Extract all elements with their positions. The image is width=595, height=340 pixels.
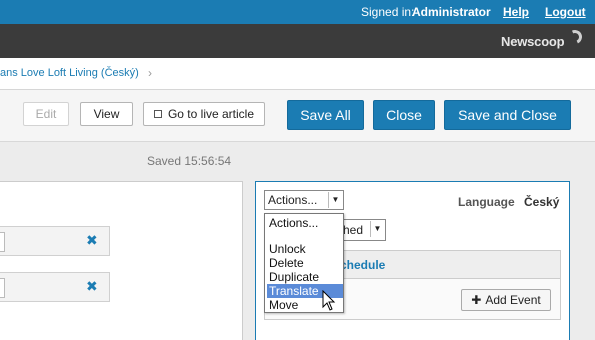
chevron-right-icon: › [148, 66, 152, 80]
chevron-down-icon: ▼ [328, 192, 342, 208]
add-event-button[interactable]: ✚ Add Event [461, 289, 551, 311]
actions-select-value: Actions... [268, 193, 318, 207]
article-toolbar: Edit View Go to live article Save All Cl… [0, 90, 595, 142]
go-to-live-article-button[interactable]: Go to live article [143, 102, 265, 126]
close-button[interactable]: Close [373, 100, 435, 130]
breadcrumb-article-link[interactable]: ans Love Loft Living (Český) [0, 67, 139, 79]
field-row: ✖ [0, 272, 110, 302]
language-label: Language [458, 195, 515, 209]
breadcrumb: ans Love Loft Living (Český) › [0, 58, 595, 90]
status-select[interactable]: hed ▼ [340, 219, 386, 241]
header-bar: Newscoop [0, 24, 595, 58]
newscoop-logo-icon [566, 28, 584, 46]
chevron-down-icon: ▼ [370, 221, 384, 237]
dropdown-item-duplicate[interactable]: Duplicate [267, 270, 343, 284]
top-bar: Signed in: Administrator Help Logout [0, 0, 595, 24]
logout-link[interactable]: Logout [545, 5, 586, 19]
external-link-icon [153, 110, 162, 118]
save-all-button[interactable]: Save All [287, 100, 364, 130]
field-input[interactable] [0, 232, 5, 252]
signed-in-user: Administrator [412, 5, 491, 19]
schedule-title: chedule [340, 258, 386, 272]
saved-status: Saved 15:56:54 [147, 154, 232, 168]
plus-icon: ✚ [471, 293, 482, 307]
newscoop-logo: Newscoop [501, 34, 565, 49]
add-event-label: Add Event [485, 293, 541, 307]
article-fields-panel [0, 181, 243, 340]
field-input[interactable] [0, 278, 5, 298]
help-link[interactable]: Help [503, 5, 529, 19]
save-and-close-button[interactable]: Save and Close [444, 100, 571, 130]
edit-button[interactable]: Edit [23, 102, 69, 126]
view-button[interactable]: View [80, 102, 133, 126]
status-select-value: hed [343, 223, 364, 237]
go-to-live-article-label: Go to live article [167, 107, 255, 121]
mouse-cursor-icon [322, 290, 336, 311]
field-row: ✖ [0, 226, 110, 256]
language-value: Český [524, 195, 560, 209]
remove-icon[interactable]: ✖ [86, 232, 98, 249]
dropdown-item-unlock[interactable]: Unlock [267, 242, 343, 256]
dropdown-item-delete[interactable]: Delete [267, 256, 343, 270]
dropdown-item-actions[interactable]: Actions... [267, 216, 343, 230]
signed-in-label: Signed in: [361, 5, 415, 19]
remove-icon[interactable]: ✖ [86, 278, 98, 295]
actions-select[interactable]: Actions... ▼ [264, 190, 344, 210]
